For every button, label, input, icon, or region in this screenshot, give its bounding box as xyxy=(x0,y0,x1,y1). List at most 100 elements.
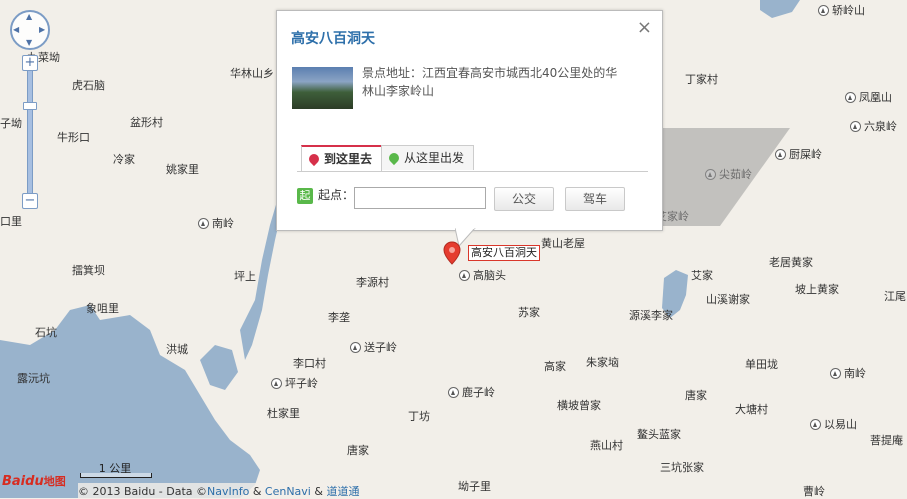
place-label[interactable]: 六泉岭 xyxy=(850,120,897,133)
place-label[interactable]: 坡上黄家 xyxy=(795,283,839,296)
place-label[interactable]: 南岭 xyxy=(198,217,234,230)
place-label[interactable]: 横坡曾家 xyxy=(557,399,601,412)
place-label[interactable]: 子坳 xyxy=(0,117,22,130)
place-label-text: 唐家 xyxy=(347,444,369,457)
place-label-text: 露沅坑 xyxy=(17,372,50,385)
place-label[interactable]: 华林山乡 xyxy=(230,67,274,80)
place-label[interactable]: 虎石脑 xyxy=(72,79,105,92)
copyright-prefix: © 2013 Baidu - Data © xyxy=(78,485,208,498)
tab-divider xyxy=(297,171,648,172)
place-label[interactable]: 高家 xyxy=(544,360,566,373)
start-point-input[interactable] xyxy=(354,187,486,209)
place-label[interactable]: 鳌头蓝家 xyxy=(637,428,681,441)
place-label[interactable]: 擂箕坝 xyxy=(72,264,105,277)
place-label-text: 燕山村 xyxy=(590,439,623,452)
pan-right-arrow-icon[interactable]: ▶ xyxy=(39,26,45,34)
place-label[interactable]: 坪子岭 xyxy=(271,377,318,390)
zoom-out-button[interactable]: − xyxy=(22,193,38,209)
place-label[interactable]: 李口村 xyxy=(293,357,326,370)
place-label[interactable]: 石坑 xyxy=(35,326,57,339)
place-label[interactable]: 艾家 xyxy=(691,269,713,282)
place-label-text: 石坑 xyxy=(35,326,57,339)
place-label-text: 坪上 xyxy=(234,270,256,283)
bus-button[interactable]: 公交 xyxy=(494,187,554,211)
place-label[interactable]: 杜家里 xyxy=(267,407,300,420)
place-label[interactable]: 单田垅 xyxy=(745,358,778,371)
place-label[interactable]: 洪城 xyxy=(166,343,188,356)
place-label[interactable]: 源溪李家 xyxy=(629,309,673,322)
logo-suffix: 地图 xyxy=(43,475,66,488)
place-label[interactable]: 李源村 xyxy=(356,276,389,289)
place-label[interactable]: 轿岭山 xyxy=(818,4,865,17)
place-label-text: 丁家村 xyxy=(685,73,718,86)
start-point-label: 起点： xyxy=(318,188,355,202)
place-label-text: 华林山乡 xyxy=(230,67,274,80)
place-label[interactable]: 山溪谢家 xyxy=(706,293,750,306)
place-label[interactable]: 唐家 xyxy=(685,389,707,402)
place-label[interactable]: 盆形村 xyxy=(130,116,163,129)
place-label[interactable]: 黄山老屋 xyxy=(541,237,585,250)
place-label[interactable]: 曹岭 xyxy=(803,485,825,498)
place-label[interactable]: 凤凰山 xyxy=(845,91,892,104)
drive-button[interactable]: 驾车 xyxy=(565,187,625,211)
place-label-text: 黄山老屋 xyxy=(541,237,585,250)
place-label[interactable]: 坳子里 xyxy=(458,480,491,493)
mountain-icon xyxy=(845,92,856,103)
place-label[interactable]: 姚家里 xyxy=(166,163,199,176)
place-label-text: 单田垅 xyxy=(745,358,778,371)
info-window: 高安八百洞天 × 景点地址：江西宜春高安市城西北40公里处的华林山李家岭山 到这… xyxy=(276,10,663,231)
baidu-map-logo[interactable]: Baidu地图 xyxy=(2,473,66,489)
pan-up-arrow-icon[interactable]: ▲ xyxy=(26,13,32,21)
scale-bar: 1 公里 xyxy=(80,460,152,478)
zoom-control[interactable]: + − xyxy=(22,55,38,210)
place-label[interactable]: 露沅坑 xyxy=(17,372,50,385)
place-label[interactable]: 送子岭 xyxy=(350,341,397,354)
place-label[interactable]: 大塘村 xyxy=(735,403,768,416)
place-label-text: 坡上黄家 xyxy=(795,283,839,296)
place-label[interactable]: 李垄 xyxy=(328,311,350,324)
place-label[interactable]: 冷家 xyxy=(113,153,135,166)
place-label[interactable]: 口里 xyxy=(0,215,22,228)
tab-route-from-here[interactable]: 从这里出发 xyxy=(381,145,475,170)
place-label[interactable]: 南岭 xyxy=(830,367,866,380)
place-label[interactable]: 牛形口 xyxy=(57,131,90,144)
place-label[interactable]: 坪上 xyxy=(234,270,256,283)
place-label[interactable]: 以易山 xyxy=(810,418,857,431)
place-label[interactable]: 江尾 xyxy=(884,290,906,303)
location-marker-icon[interactable] xyxy=(443,241,461,265)
place-label[interactable]: 唐家 xyxy=(347,444,369,457)
place-label-text: 凤凰山 xyxy=(859,91,892,104)
place-label[interactable]: 三坑张家 xyxy=(660,461,704,474)
pan-down-arrow-icon[interactable]: ▼ xyxy=(26,39,32,47)
navinfo-link[interactable]: NavInfo xyxy=(207,485,249,498)
place-label[interactable]: 朱家垴 xyxy=(586,356,619,369)
place-label[interactable]: 丁家村 xyxy=(685,73,718,86)
red-pin-icon xyxy=(306,151,322,167)
place-label[interactable]: 苏家 xyxy=(518,306,540,319)
copyright-text: © 2013 Baidu - Data ©NavInfo & CenNavi &… xyxy=(78,483,360,499)
place-label-text: 牛形口 xyxy=(57,131,90,144)
copyright-separator: & xyxy=(310,485,327,498)
place-label[interactable]: 丁坊 xyxy=(408,410,430,423)
zoom-slider-track[interactable] xyxy=(27,71,33,197)
info-window-title[interactable]: 高安八百洞天 xyxy=(291,28,375,48)
tab-route-to-here[interactable]: 到这里去 xyxy=(301,145,383,171)
daodaotong-link[interactable]: 道道通 xyxy=(326,485,359,498)
zoom-in-button[interactable]: + xyxy=(22,55,38,71)
place-label-text: 姚家里 xyxy=(166,163,199,176)
place-label[interactable]: 菩提庵 xyxy=(870,434,903,447)
place-label-text: 高家 xyxy=(544,360,566,373)
place-label-text: 李口村 xyxy=(293,357,326,370)
place-label[interactable]: 高脑头 xyxy=(459,269,506,282)
close-icon[interactable]: × xyxy=(637,17,652,38)
cennavi-link[interactable]: CenNavi xyxy=(265,485,311,498)
place-label[interactable]: 老居黄家 xyxy=(769,256,813,269)
pan-left-arrow-icon[interactable]: ◀ xyxy=(13,26,19,34)
place-label[interactable]: 燕山村 xyxy=(590,439,623,452)
place-label[interactable]: 象咀里 xyxy=(86,302,119,315)
place-thumbnail[interactable] xyxy=(292,67,353,109)
pan-control[interactable]: ▲ ▼ ◀ ▶ xyxy=(10,10,50,50)
marker-label[interactable]: 高安八百洞天 xyxy=(468,245,540,261)
zoom-slider-handle[interactable] xyxy=(23,102,37,110)
place-label[interactable]: 鹿子岭 xyxy=(448,386,495,399)
